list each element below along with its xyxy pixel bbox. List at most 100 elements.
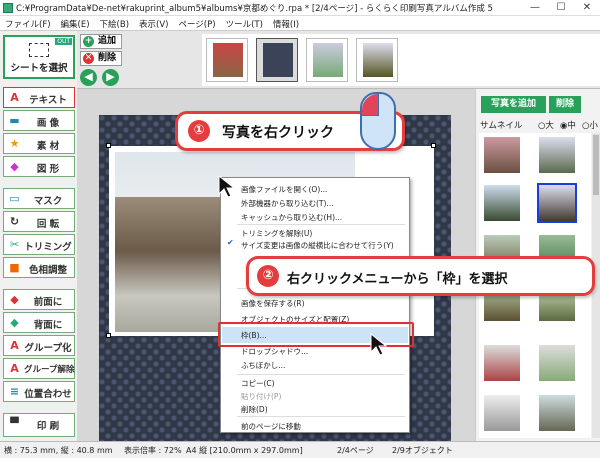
page-thumb-2[interactable] [256,38,298,82]
menu-move-prev-page[interactable]: 前のページに移動 [241,421,301,432]
close-icon: ✕ [83,53,94,64]
rotate-tool-label: 回 転 [36,219,60,230]
menu-info[interactable]: 情報(I) [268,16,304,30]
photo-thumb[interactable] [539,345,575,381]
size-large-radio[interactable]: ○大 [538,119,554,131]
resize-handle[interactable] [431,143,436,148]
menu-separator [237,416,405,417]
mouse-right-click-indicator [362,94,379,116]
shape-tool-button[interactable]: ◆ 図 形 [3,156,75,177]
rotate-icon: ↻ [9,215,20,228]
prev-page-button[interactable]: ◀ [80,69,97,86]
print-label: 印 刷 [36,421,60,432]
group-icon: A [10,339,19,352]
image-tool-button[interactable]: ▬ 画 像 [3,110,75,131]
back-icon: ◆ [10,316,19,329]
menu-background[interactable]: 下絵(B) [95,16,134,30]
check-icon: ✔ [227,238,234,247]
photo-thumb[interactable] [484,137,520,173]
align-icon: ≡ [9,385,20,398]
menu-drop-shadow[interactable]: ドロップシャドウ... [241,346,308,357]
step-1-text: 写真を右クリック [222,125,334,141]
page-thumb-photo [263,43,293,77]
color-icon: ■ [9,261,20,274]
thumbnail-label: サムネイル [480,121,523,131]
page-thumb-photo [363,43,393,77]
group-button[interactable]: A グループ化 [3,335,75,356]
menu-paste: 貼り付け(P) [241,392,282,401]
add-page-button[interactable]: + 追加 [80,34,122,49]
resize-handle[interactable] [106,143,111,148]
next-page-button[interactable]: ▶ [102,69,119,86]
photo-thumb[interactable] [539,395,575,431]
delete-photo-button[interactable]: 削除 [549,96,581,113]
menu-tools[interactable]: ツール(T) [221,16,268,30]
resize-handle[interactable] [106,333,111,338]
menu-view[interactable]: 表示(V) [134,16,173,30]
shape-icon: ◆ [10,160,19,173]
menu-keep-aspect[interactable]: サイズ変更は画像の縦横比に合わせて行う(Y) [241,240,394,251]
menu-open-image[interactable]: 画像ファイルを開く(O)... [241,184,327,195]
trimming-tool-button[interactable]: ✂ トリミング [3,234,75,255]
add-photo-button[interactable]: 写真を追加 [481,96,546,113]
scrollbar-thumb[interactable] [593,135,599,195]
title-bar: C:¥ProgramData¥De-net¥rakuprint_album5¥a… [0,0,600,16]
delete-page-button[interactable]: ✕ 削除 [80,51,122,66]
menu-import-device[interactable]: 外部機器から取り込む(T)... [241,198,334,209]
context-menu: 画像ファイルを開く(O)... 外部機器から取り込む(T)... キャッシュから… [220,177,410,433]
shape-tool-label: 図 形 [36,164,60,175]
rotate-tool-button[interactable]: ↻ 回 転 [3,211,75,232]
menu-reset-trimming[interactable]: トリミングを解除(U) [241,228,312,239]
step-1-number: ① [188,120,210,142]
photo-thumb[interactable] [484,345,520,381]
menu-file[interactable]: ファイル(F) [0,16,56,30]
print-button[interactable]: ▀ 印 刷 [3,413,75,437]
mouse-icon [360,92,396,150]
bring-front-button[interactable]: ◆ 前面に [3,289,75,310]
align-button[interactable]: ≡ 位置合わせ [3,381,75,402]
menu-import-cache[interactable]: キャッシュから取り込む(H)... [241,212,342,223]
menu-feather[interactable]: ふちぼかし... [241,360,285,371]
menu-page[interactable]: ページ(P) [173,16,220,30]
material-tool-button[interactable]: ★ 素 材 [3,133,75,154]
menu-copy[interactable]: コピー(C) [241,378,275,389]
hue-adjust-button[interactable]: ■ 色相調整 [3,257,75,278]
step-2-text: 右クリックメニューから「枠」を選択 [287,272,508,287]
photo-thumb[interactable] [484,395,520,431]
material-tool-label: 素 材 [36,141,60,152]
page-thumb-3[interactable] [306,38,348,82]
menu-save-image[interactable]: 画像を保存する(R) [241,298,305,309]
mask-tool-button[interactable]: ▭ マスク [3,188,75,209]
callout-step-2: ② 右クリックメニューから「枠」を選択 [246,256,595,296]
photo-thumb[interactable] [539,137,575,173]
size-medium-label: 中 [567,121,576,131]
menu-delete[interactable]: 削除(D) [241,404,268,415]
close-button[interactable]: ✕ [574,0,600,16]
photo-thumb[interactable] [537,183,577,223]
send-back-button[interactable]: ◆ 背面に [3,312,75,333]
scissors-icon: ✂ [9,238,20,251]
photo-thumb[interactable] [484,185,520,221]
front-icon: ◆ [10,293,19,306]
status-size: 横 : 75.3 mm, 縦 : 40.8 mm [4,446,113,455]
image-tool-label: 画 像 [36,118,60,129]
menu-edit[interactable]: 編集(E) [56,16,95,30]
ungroup-button[interactable]: A グループ解除 [3,358,75,379]
text-tool-button[interactable]: A テキスト [3,87,75,108]
text-icon: A [10,91,19,104]
add-page-label: 追加 [98,36,117,46]
size-medium-radio[interactable]: ◉中 [560,119,576,131]
select-sheet-button[interactable]: OUT シートを選択 [3,35,75,79]
minimize-button[interactable]: — [522,0,548,16]
maximize-button[interactable]: ☐ [548,0,574,16]
ungroup-label: グループ解除 [24,365,75,375]
page-thumb-1[interactable] [206,38,248,82]
menu-bar: ファイル(F) 編集(E) 下絵(B) 表示(V) ページ(P) ツール(T) … [0,16,600,31]
tool-sidebar: OUT シートを選択 A テキスト ▬ 画 像 ★ 素 材 ◆ 図 形 ▭ マスク ↻ 回 … [0,31,77,441]
page-thumb-4[interactable] [356,38,398,82]
size-small-radio[interactable]: ○小 [582,119,598,131]
align-label: 位置合わせ [24,389,72,400]
hue-adjust-label: 色相調整 [28,265,67,276]
step-2-number: ② [257,265,279,287]
status-bar: 横 : 75.3 mm, 縦 : 40.8 mm 表示倍率 : 72% A4 縦… [0,441,600,458]
